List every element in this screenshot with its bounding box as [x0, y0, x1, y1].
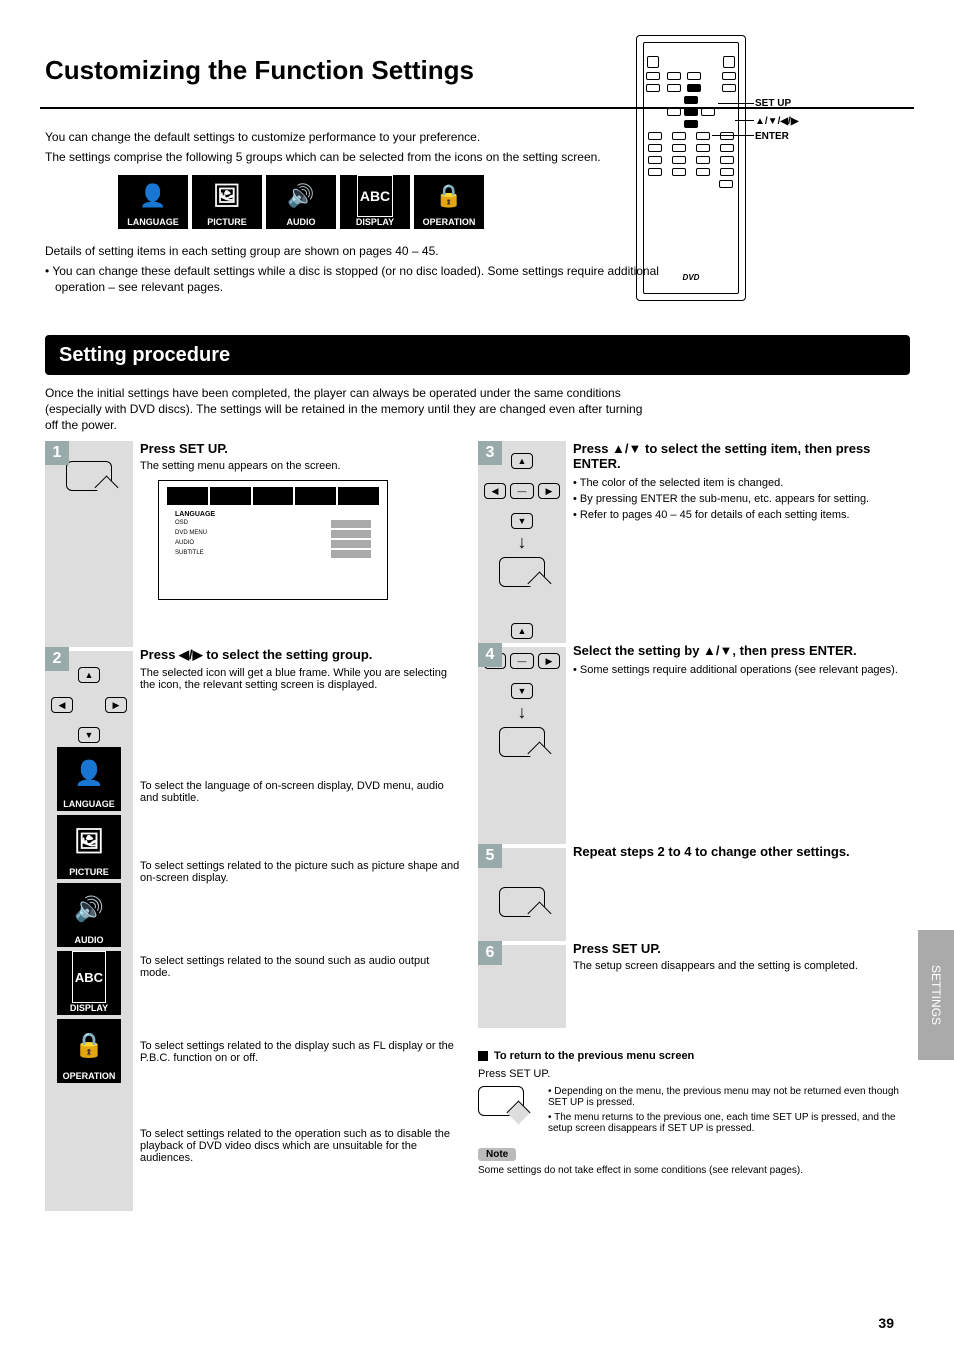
- intro-line-3: operation – see relevant pages.: [55, 280, 223, 294]
- sub-head-3: off the power.: [45, 418, 117, 432]
- step2-opt-language: To select the language of on-screen disp…: [140, 780, 460, 804]
- left-rail: ▲ ▼ ◀ ▶ 👤LANGUAGE 🖼PICTURE 🔊AUDIO ABCDIS…: [45, 441, 133, 1211]
- right-rail: ▲ ▼ ◀ ▶ — ↓ ▲ ▼ ◀ ▶ — ↓: [478, 441, 566, 1028]
- remote-callout-setup: SET UP: [755, 98, 791, 109]
- step-number-4: 4: [478, 643, 502, 667]
- callout-line: [735, 120, 754, 121]
- step-number-3: 3: [478, 441, 502, 465]
- section-header-text: Setting procedure: [59, 344, 230, 367]
- step2-title: Press ◀/▶ to select the setting group.: [140, 647, 460, 663]
- icon-operation: 🔒OPERATION: [414, 175, 484, 229]
- sub-head-1: Once the initial settings have been comp…: [45, 386, 621, 400]
- step4-b1: • Some settings require additional opera…: [573, 664, 903, 676]
- setup-button-icon-3: [478, 1086, 524, 1116]
- icon-language-small: 👤LANGUAGE: [57, 747, 121, 811]
- return-heading: To return to the previous menu screen: [478, 1050, 908, 1062]
- step3-b1: • The color of the selected item is chan…: [573, 477, 903, 489]
- side-tab-settings: SETTINGS: [918, 930, 954, 1060]
- icon-language: 👤LANGUAGE: [118, 175, 188, 229]
- section-header-bar: Setting procedure: [45, 335, 910, 375]
- setup-button-icon-2: [499, 887, 545, 917]
- enter-button-icon-2: [499, 727, 545, 757]
- step1-title: Press SET UP.: [140, 441, 460, 456]
- remote-callout-enter: ENTER: [755, 131, 789, 142]
- step5-title: Repeat steps 2 to 4 to change other sett…: [573, 844, 903, 859]
- page-sub2: The settings comprise the following 5 gr…: [45, 150, 601, 164]
- arrow-down-icon: ↓: [478, 533, 566, 551]
- sub-head-2: (especially with DVD discs). The setting…: [45, 402, 642, 416]
- step3-b2: • By pressing ENTER the sub-menu, etc. a…: [573, 493, 903, 505]
- setup-button-icon: [66, 461, 112, 491]
- step6-desc: The setup screen disappears and the sett…: [573, 960, 903, 972]
- step-number-6: 6: [478, 941, 502, 965]
- icon-audio-small: 🔊AUDIO: [57, 883, 121, 947]
- return-b1: • Depending on the menu, the previous me…: [548, 1086, 908, 1108]
- icon-display: ABCDISPLAY: [340, 175, 410, 229]
- icon-audio: 🔊AUDIO: [266, 175, 336, 229]
- screen-mock: LANGUAGE OSD DVD MENU AUDIO SUBTITLE: [158, 480, 388, 600]
- enter-button-icon: [499, 557, 545, 587]
- step6-title: Press SET UP.: [573, 941, 903, 956]
- icon-operation-small: 🔒OPERATION: [57, 1019, 121, 1083]
- page-sub1: You can change the default settings to c…: [45, 130, 480, 144]
- step2-desc: The selected icon will get a blue frame.…: [140, 667, 460, 691]
- intro-line-1: Details of setting items in each setting…: [45, 244, 439, 258]
- step-number-1: 1: [45, 441, 69, 465]
- page-number: 39: [878, 1315, 894, 1331]
- note-text: Some settings do not take effect in some…: [478, 1165, 908, 1176]
- note-label: Note: [478, 1148, 516, 1161]
- callout-line: [718, 103, 754, 104]
- dpad-icon: ▲ ▼ ◀ ▶: [51, 667, 127, 743]
- step2-opt-audio: To select settings related to the sound …: [140, 955, 460, 979]
- icon-strip: 👤LANGUAGE 🖼PICTURE 🔊AUDIO ABCDISPLAY 🔒OP…: [118, 175, 484, 229]
- step4-title: Select the setting by ▲/▼, then press EN…: [573, 643, 903, 658]
- step-number-2: 2: [45, 647, 69, 671]
- arrow-down-icon: ↓: [478, 703, 566, 721]
- return-b2: • The menu returns to the previous one, …: [548, 1112, 908, 1134]
- icon-picture: 🖼PICTURE: [192, 175, 262, 229]
- step1-desc: The setting menu appears on the screen.: [140, 460, 460, 472]
- callout-line: [712, 135, 754, 136]
- page-title: Customizing the Function Settings: [45, 55, 474, 86]
- icon-picture-small: 🖼PICTURE: [57, 815, 121, 879]
- remote-illustration: DVD: [636, 35, 746, 301]
- return-desc: Press SET UP.: [478, 1068, 908, 1080]
- step2-opt-display: To select settings related to the displa…: [140, 1040, 460, 1064]
- icon-display-small: ABCDISPLAY: [57, 951, 121, 1015]
- step-number-5: 5: [478, 844, 502, 868]
- intro-line-2: • You can change these default settings …: [45, 264, 659, 278]
- step3-title: Press ▲/▼ to select the setting item, th…: [573, 441, 903, 471]
- step2-opt-operation: To select settings related to the operat…: [140, 1128, 460, 1164]
- step3-b3: • Refer to pages 40 – 45 for details of …: [573, 509, 903, 521]
- step2-opt-picture: To select settings related to the pictur…: [140, 860, 460, 884]
- remote-dvd-logo: DVD: [683, 273, 700, 282]
- remote-callout-arrows: ▲/▼/◀/▶: [755, 116, 799, 127]
